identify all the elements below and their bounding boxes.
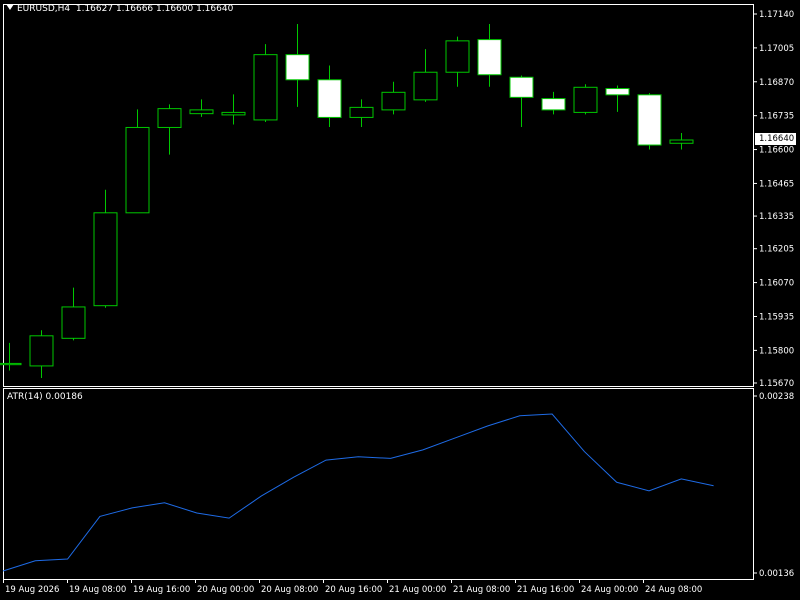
candle-body bbox=[573, 86, 598, 113]
price-tick-label: 1.16465 bbox=[759, 179, 794, 189]
chart-title: EURUSD,H4 1.16627 1.16666 1.16600 1.1664… bbox=[6, 4, 233, 14]
candle-body bbox=[189, 109, 214, 115]
candle-body bbox=[285, 54, 310, 81]
candle-body bbox=[477, 39, 502, 76]
candle bbox=[349, 99, 374, 127]
candle bbox=[573, 84, 598, 115]
candle-body bbox=[509, 76, 534, 98]
candle-body bbox=[349, 106, 374, 118]
candle bbox=[605, 85, 630, 112]
time-tick-label: 19 Aug 2026 bbox=[5, 585, 59, 595]
candle-body bbox=[445, 40, 470, 73]
candle-body bbox=[61, 306, 86, 339]
indicator-panel-frame bbox=[3, 388, 754, 580]
chart-canvas[interactable]: 1.17140 1.17005 1.16870 1.16735 1.16600 1.164… bbox=[0, 0, 800, 600]
candle-body bbox=[93, 212, 118, 307]
time-axis: 19 Aug 2026 19 Aug 08:00 19 Aug 16:00 20 Au… bbox=[3, 579, 702, 595]
price-tick-label: 1.15935 bbox=[759, 312, 794, 322]
price-tick-label: 1.16335 bbox=[759, 212, 794, 222]
price-axis: 1.17140 1.17005 1.16870 1.16735 1.16600 1.164… bbox=[753, 10, 794, 389]
candle bbox=[317, 65, 342, 127]
atr-tick-label: 0.00238 bbox=[759, 392, 794, 402]
price-tick-label: 1.16735 bbox=[759, 112, 794, 122]
current-price-label: 1.16640 bbox=[755, 133, 796, 145]
candle bbox=[381, 81, 406, 115]
ohlc-values: 1.16627 1.16666 1.16600 1.16640 bbox=[75, 4, 234, 14]
time-tick-label: 21 Aug 00:00 bbox=[389, 585, 446, 595]
time-tick-label: 20 Aug 00:00 bbox=[197, 585, 254, 595]
candle bbox=[61, 287, 86, 341]
candle-body bbox=[29, 335, 54, 367]
symbol-label: EURUSD,H4 bbox=[17, 4, 71, 14]
candle bbox=[285, 24, 310, 107]
price-tick-label: 1.16070 bbox=[759, 279, 794, 289]
candle bbox=[93, 189, 118, 308]
price-tick-label: 1.16870 bbox=[759, 78, 794, 88]
candle bbox=[509, 75, 534, 127]
candle bbox=[413, 49, 438, 102]
price-tick-label: 1.17005 bbox=[759, 44, 794, 54]
candle bbox=[637, 93, 662, 150]
candle bbox=[445, 36, 470, 87]
time-tick-label: 19 Aug 16:00 bbox=[133, 585, 190, 595]
price-tick-label: 1.17140 bbox=[759, 10, 794, 20]
time-tick-label: 20 Aug 08:00 bbox=[261, 585, 318, 595]
time-tick-label: 24 Aug 08:00 bbox=[645, 585, 702, 595]
candle-body bbox=[221, 111, 246, 116]
candle-body bbox=[0, 362, 22, 366]
candle-body bbox=[125, 126, 150, 214]
candle-body bbox=[637, 94, 662, 146]
atr-panel: 0.00238 0.00136 bbox=[2, 392, 794, 579]
time-tick-label: 24 Aug 00:00 bbox=[581, 585, 638, 595]
candle bbox=[29, 330, 54, 378]
candle-body bbox=[669, 139, 694, 144]
atr-tick-label: 0.00136 bbox=[759, 569, 794, 579]
candle bbox=[669, 132, 694, 150]
time-tick-label: 21 Aug 16:00 bbox=[517, 585, 574, 595]
candle bbox=[125, 109, 150, 214]
candle bbox=[189, 99, 214, 117]
price-tick-label: 1.16205 bbox=[759, 245, 794, 255]
atr-line bbox=[2, 413, 714, 572]
candle bbox=[541, 91, 566, 115]
candle-body bbox=[253, 54, 278, 121]
candle bbox=[157, 104, 182, 155]
candle-body bbox=[413, 71, 438, 101]
price-tick-label: 1.15670 bbox=[759, 379, 794, 389]
main-panel-frame bbox=[3, 4, 754, 387]
candle-body bbox=[605, 88, 630, 96]
candle-body bbox=[157, 108, 182, 128]
dropdown-triangle-icon[interactable] bbox=[6, 4, 14, 10]
price-tick-label: 1.16600 bbox=[759, 146, 794, 156]
candle bbox=[253, 44, 278, 122]
candle-body bbox=[541, 98, 566, 111]
price-tick-label: 1.15800 bbox=[759, 346, 794, 356]
time-tick-label: 21 Aug 08:00 bbox=[453, 585, 510, 595]
indicator-title: ATR(14) 0.00186 bbox=[7, 392, 83, 402]
candle-body bbox=[317, 79, 342, 118]
candle-body bbox=[381, 91, 406, 111]
time-tick-label: 19 Aug 08:00 bbox=[69, 585, 126, 595]
candle bbox=[477, 24, 502, 87]
candlestick-series bbox=[0, 24, 694, 378]
candle bbox=[221, 94, 246, 125]
time-tick-label: 20 Aug 16:00 bbox=[325, 585, 382, 595]
